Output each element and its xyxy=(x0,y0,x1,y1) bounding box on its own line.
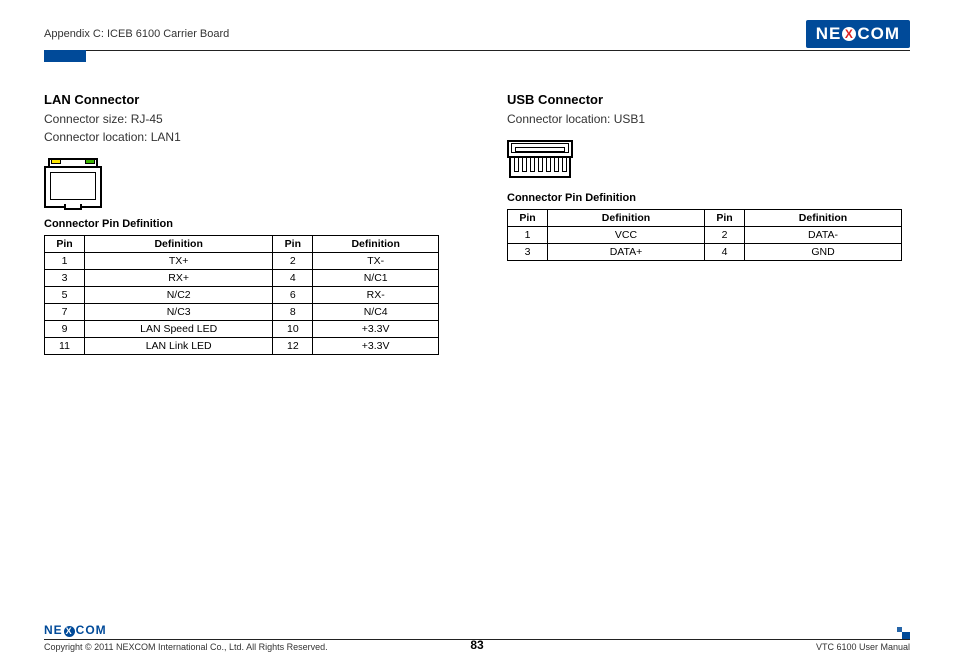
table-row: 1VCC2DATA- xyxy=(508,227,902,244)
usb-pin-table: Pin Definition Pin Definition 1VCC2DATA-… xyxy=(507,209,902,261)
table-row: 3DATA+4GND xyxy=(508,244,902,261)
table-row: 5N/C26RX- xyxy=(45,287,439,304)
lan-connector-location: Connector location: LAN1 xyxy=(44,128,447,146)
footer-nexcom-logo: NEXCOM xyxy=(44,623,910,637)
lan-section: LAN Connector Connector size: RJ-45 Conn… xyxy=(44,92,447,355)
lan-th-pin-b: Pin xyxy=(273,236,313,253)
lan-table-title: Connector Pin Definition xyxy=(44,218,447,230)
table-row: 3RX+4N/C1 xyxy=(45,270,439,287)
lan-th-def-b: Definition xyxy=(313,236,439,253)
lan-connector-size: Connector size: RJ-45 xyxy=(44,110,447,128)
lan-th-pin-a: Pin xyxy=(45,236,85,253)
lan-th-def-a: Definition xyxy=(85,236,273,253)
usb-table-title: Connector Pin Definition xyxy=(507,192,910,204)
footer-logo-x-icon: X xyxy=(64,626,75,637)
page-number: 83 xyxy=(470,638,483,652)
table-row: 7N/C38N/C4 xyxy=(45,304,439,321)
usb-connector-icon xyxy=(507,140,910,182)
nexcom-logo: NE X COM xyxy=(806,20,910,48)
usb-th-def-b: Definition xyxy=(745,210,902,227)
header-tab-accent xyxy=(44,50,86,62)
table-row: 9LAN Speed LED10+3.3V xyxy=(45,321,439,338)
appendix-title: Appendix C: ICEB 6100 Carrier Board xyxy=(44,28,229,40)
usb-th-def-a: Definition xyxy=(548,210,705,227)
logo-text-right: COM xyxy=(857,24,900,44)
usb-section: USB Connector Connector location: USB1 C… xyxy=(507,92,910,355)
usb-th-pin-a: Pin xyxy=(508,210,548,227)
usb-connector-location: Connector location: USB1 xyxy=(507,110,910,128)
rj45-connector-icon xyxy=(44,158,447,208)
usb-th-pin-b: Pin xyxy=(705,210,745,227)
usb-title: USB Connector xyxy=(507,92,910,107)
table-row: 11LAN Link LED12+3.3V xyxy=(45,338,439,355)
logo-x-icon: X xyxy=(842,27,856,41)
lan-title: LAN Connector xyxy=(44,92,447,107)
manual-name: VTC 6100 User Manual xyxy=(816,642,910,652)
copyright-text: Copyright © 2011 NEXCOM International Co… xyxy=(44,642,328,652)
lan-pin-table: Pin Definition Pin Definition 1TX+2TX- 3… xyxy=(44,235,439,355)
table-row: 1TX+2TX- xyxy=(45,253,439,270)
page-header: Appendix C: ICEB 6100 Carrier Board NE X… xyxy=(44,20,910,51)
logo-text-left: NE xyxy=(816,24,842,44)
